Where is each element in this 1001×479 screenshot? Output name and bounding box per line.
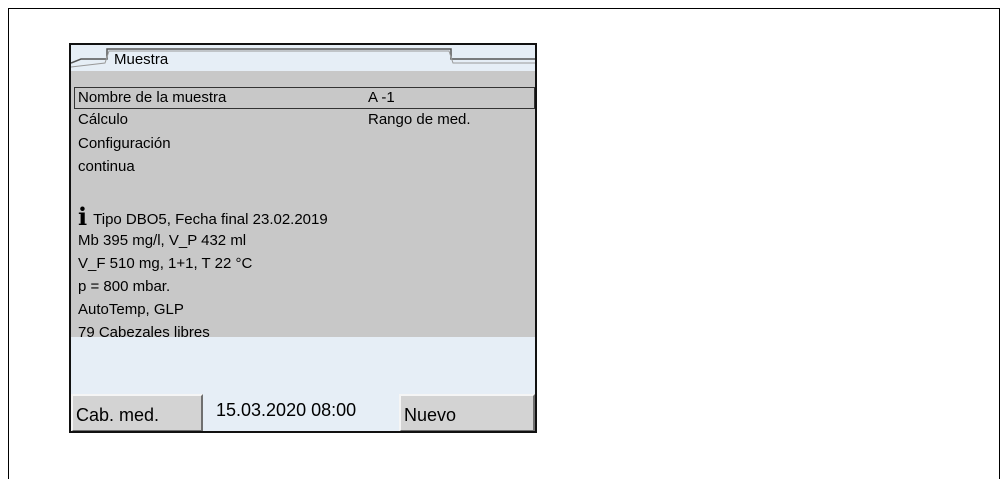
info-icon: i [78,202,88,231]
menu-item-configuracion[interactable]: Configuración [78,135,171,153]
info-line-tipo: i Tipo DBO5, Fecha final 23.02.2019 [78,202,328,231]
info-line-cabezales: 79 Cabezales libres [78,324,210,341]
menu-item-continua[interactable]: continua [78,158,135,176]
menu-item-nombre-label[interactable]: Nombre de la muestra [78,89,226,107]
info-line-vf: V_F 510 mg, 1+1, T 22 °C [78,255,253,272]
nuevo-softkey[interactable]: Nuevo [399,394,535,431]
info-line-0-text: Tipo DBO5, Fecha final 23.02.2019 [93,211,328,228]
info-line-mb: Mb 395 mg/l, V_P 432 ml [78,232,247,249]
device-screen: Muestra Nombre de la muestra A -1 Cálcul… [69,43,537,433]
menu-item-calculo-value: Rango de med. [368,111,471,128]
tab-muestra[interactable]: Muestra [114,51,168,69]
datetime-display: 15.03.2020 08:00 [216,400,357,420]
info-line-pressure: p = 800 mbar. [78,278,171,295]
info-line-autotemp: AutoTemp, GLP [78,301,184,318]
menu-item-nombre-value: A -1 [368,89,395,106]
cab-med-softkey[interactable]: Cab. med. [71,394,203,431]
menu-item-calculo-label[interactable]: Cálculo [78,111,128,129]
